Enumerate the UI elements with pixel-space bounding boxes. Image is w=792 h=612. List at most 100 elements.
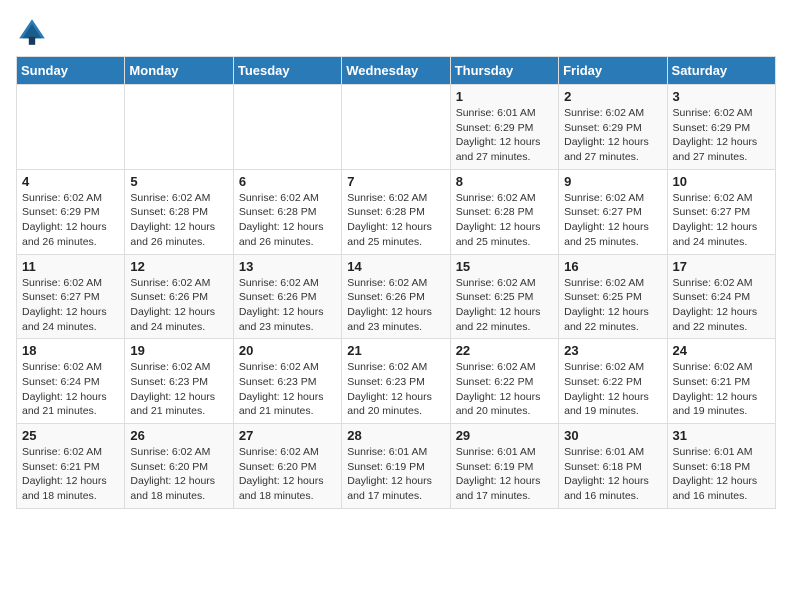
week-row-3: 11 Sunrise: 6:02 AMSunset: 6:27 PMDayligh… [17, 254, 776, 339]
day-number: 25 [22, 428, 119, 443]
day-info: Sunrise: 6:02 AMSunset: 6:25 PMDaylight:… [564, 276, 661, 335]
day-number: 29 [456, 428, 553, 443]
day-info: Sunrise: 6:02 AMSunset: 6:28 PMDaylight:… [347, 191, 444, 250]
day-info: Sunrise: 6:02 AMSunset: 6:20 PMDaylight:… [130, 445, 227, 504]
calendar-cell: 10 Sunrise: 6:02 AMSunset: 6:27 PMDayligh… [667, 169, 775, 254]
day-info: Sunrise: 6:01 AMSunset: 6:19 PMDaylight:… [456, 445, 553, 504]
calendar-cell: 23 Sunrise: 6:02 AMSunset: 6:22 PMDayligh… [559, 339, 667, 424]
day-number: 18 [22, 343, 119, 358]
day-number: 11 [22, 259, 119, 274]
day-info: Sunrise: 6:02 AMSunset: 6:26 PMDaylight:… [347, 276, 444, 335]
calendar-cell: 18 Sunrise: 6:02 AMSunset: 6:24 PMDayligh… [17, 339, 125, 424]
day-number: 16 [564, 259, 661, 274]
day-number: 12 [130, 259, 227, 274]
calendar-cell: 26 Sunrise: 6:02 AMSunset: 6:20 PMDayligh… [125, 424, 233, 509]
day-info: Sunrise: 6:02 AMSunset: 6:24 PMDaylight:… [22, 360, 119, 419]
calendar-cell: 7 Sunrise: 6:02 AMSunset: 6:28 PMDaylight… [342, 169, 450, 254]
day-info: Sunrise: 6:02 AMSunset: 6:29 PMDaylight:… [564, 106, 661, 165]
col-header-saturday: Saturday [667, 57, 775, 85]
day-info: Sunrise: 6:02 AMSunset: 6:27 PMDaylight:… [673, 191, 770, 250]
day-number: 5 [130, 174, 227, 189]
day-number: 17 [673, 259, 770, 274]
day-number: 4 [22, 174, 119, 189]
week-row-5: 25Sunrise: 6:02 AMSunset: 6:21 PMDayligh… [17, 424, 776, 509]
day-info: Sunrise: 6:02 AMSunset: 6:28 PMDaylight:… [130, 191, 227, 250]
calendar-cell: 30 Sunrise: 6:01 AMSunset: 6:18 PMDayligh… [559, 424, 667, 509]
day-info: Sunrise: 6:01 AMSunset: 6:18 PMDaylight:… [564, 445, 661, 504]
col-header-thursday: Thursday [450, 57, 558, 85]
calendar-cell: 9 Sunrise: 6:02 AMSunset: 6:27 PMDaylight… [559, 169, 667, 254]
week-row-1: 1 Sunrise: 6:01 AMSunset: 6:29 PMDaylight… [17, 85, 776, 170]
logo [16, 16, 54, 48]
calendar-cell: 3Sunrise: 6:02 AMSunset: 6:29 PMDaylight… [667, 85, 775, 170]
day-info: Sunrise: 6:02 AMSunset: 6:27 PMDaylight:… [564, 191, 661, 250]
day-info: Sunrise: 6:02 AMSunset: 6:23 PMDaylight:… [239, 360, 336, 419]
day-info: Sunrise: 6:02 AMSunset: 6:21 PMDaylight:… [673, 360, 770, 419]
week-row-4: 18 Sunrise: 6:02 AMSunset: 6:24 PMDayligh… [17, 339, 776, 424]
calendar-cell: 12 Sunrise: 6:02 AMSunset: 6:26 PMDayligh… [125, 254, 233, 339]
day-number: 30 [564, 428, 661, 443]
day-info: Sunrise: 6:02 AMSunset: 6:20 PMDaylight:… [239, 445, 336, 504]
day-number: 7 [347, 174, 444, 189]
calendar-cell [17, 85, 125, 170]
calendar-cell: 21 Sunrise: 6:02 AMSunset: 6:23 PMDayligh… [342, 339, 450, 424]
day-number: 21 [347, 343, 444, 358]
calendar-cell: 4 Sunrise: 6:02 AMSunset: 6:29 PMDaylight… [17, 169, 125, 254]
day-number: 2 [564, 89, 661, 104]
day-number: 1 [456, 89, 553, 104]
calendar-table: SundayMondayTuesdayWednesdayThursdayFrid… [16, 56, 776, 509]
calendar-cell [125, 85, 233, 170]
calendar-cell: 24 Sunrise: 6:02 AMSunset: 6:21 PMDayligh… [667, 339, 775, 424]
day-info: Sunrise: 6:02 AMSunset: 6:27 PMDaylight:… [22, 276, 119, 335]
day-number: 6 [239, 174, 336, 189]
day-info: Sunrise: 6:02 AMSunset: 6:22 PMDaylight:… [564, 360, 661, 419]
calendar-cell: 8 Sunrise: 6:02 AMSunset: 6:28 PMDaylight… [450, 169, 558, 254]
calendar-cell: 13 Sunrise: 6:02 AMSunset: 6:26 PMDayligh… [233, 254, 341, 339]
day-info: Sunrise: 6:02 AMSunset: 6:28 PMDaylight:… [239, 191, 336, 250]
day-number: 9 [564, 174, 661, 189]
day-number: 13 [239, 259, 336, 274]
col-header-tuesday: Tuesday [233, 57, 341, 85]
calendar-cell: 27 Sunrise: 6:02 AMSunset: 6:20 PMDayligh… [233, 424, 341, 509]
col-header-sunday: Sunday [17, 57, 125, 85]
day-number: 19 [130, 343, 227, 358]
day-number: 26 [130, 428, 227, 443]
calendar-cell [233, 85, 341, 170]
calendar-cell: 1 Sunrise: 6:01 AMSunset: 6:29 PMDaylight… [450, 85, 558, 170]
day-number: 31 [673, 428, 770, 443]
day-number: 8 [456, 174, 553, 189]
calendar-cell: 20Sunrise: 6:02 AMSunset: 6:23 PMDayligh… [233, 339, 341, 424]
day-number: 27 [239, 428, 336, 443]
day-info: Sunrise: 6:02 AMSunset: 6:26 PMDaylight:… [239, 276, 336, 335]
day-info: Sunrise: 6:02 AMSunset: 6:26 PMDaylight:… [130, 276, 227, 335]
day-info: Sunrise: 6:02 AMSunset: 6:28 PMDaylight:… [456, 191, 553, 250]
calendar-cell: 15 Sunrise: 6:02 AMSunset: 6:25 PMDayligh… [450, 254, 558, 339]
day-number: 28 [347, 428, 444, 443]
calendar-cell: 28Sunrise: 6:01 AMSunset: 6:19 PMDayligh… [342, 424, 450, 509]
day-number: 24 [673, 343, 770, 358]
day-info: Sunrise: 6:02 AMSunset: 6:23 PMDaylight:… [130, 360, 227, 419]
calendar-cell: 2 Sunrise: 6:02 AMSunset: 6:29 PMDaylight… [559, 85, 667, 170]
day-info: Sunrise: 6:02 AMSunset: 6:29 PMDaylight:… [22, 191, 119, 250]
day-number: 23 [564, 343, 661, 358]
calendar-cell: 11 Sunrise: 6:02 AMSunset: 6:27 PMDayligh… [17, 254, 125, 339]
day-number: 22 [456, 343, 553, 358]
calendar-cell: 16 Sunrise: 6:02 AMSunset: 6:25 PMDayligh… [559, 254, 667, 339]
day-info: Sunrise: 6:01 AMSunset: 6:29 PMDaylight:… [456, 106, 553, 165]
col-header-wednesday: Wednesday [342, 57, 450, 85]
header-row: SundayMondayTuesdayWednesdayThursdayFrid… [17, 57, 776, 85]
week-row-2: 4 Sunrise: 6:02 AMSunset: 6:29 PMDaylight… [17, 169, 776, 254]
calendar-cell: 31 Sunrise: 6:01 AMSunset: 6:18 PMDayligh… [667, 424, 775, 509]
day-info: Sunrise: 6:02 AMSunset: 6:29 PMDaylight:… [673, 106, 770, 165]
day-info: Sunrise: 6:01 AMSunset: 6:18 PMDaylight:… [673, 445, 770, 504]
col-header-monday: Monday [125, 57, 233, 85]
day-number: 10 [673, 174, 770, 189]
calendar-cell [342, 85, 450, 170]
day-info: Sunrise: 6:02 AMSunset: 6:23 PMDaylight:… [347, 360, 444, 419]
calendar-cell: 5 Sunrise: 6:02 AMSunset: 6:28 PMDaylight… [125, 169, 233, 254]
logo-icon [16, 16, 48, 48]
day-info: Sunrise: 6:02 AMSunset: 6:22 PMDaylight:… [456, 360, 553, 419]
day-number: 15 [456, 259, 553, 274]
day-info: Sunrise: 6:02 AMSunset: 6:25 PMDaylight:… [456, 276, 553, 335]
day-number: 14 [347, 259, 444, 274]
